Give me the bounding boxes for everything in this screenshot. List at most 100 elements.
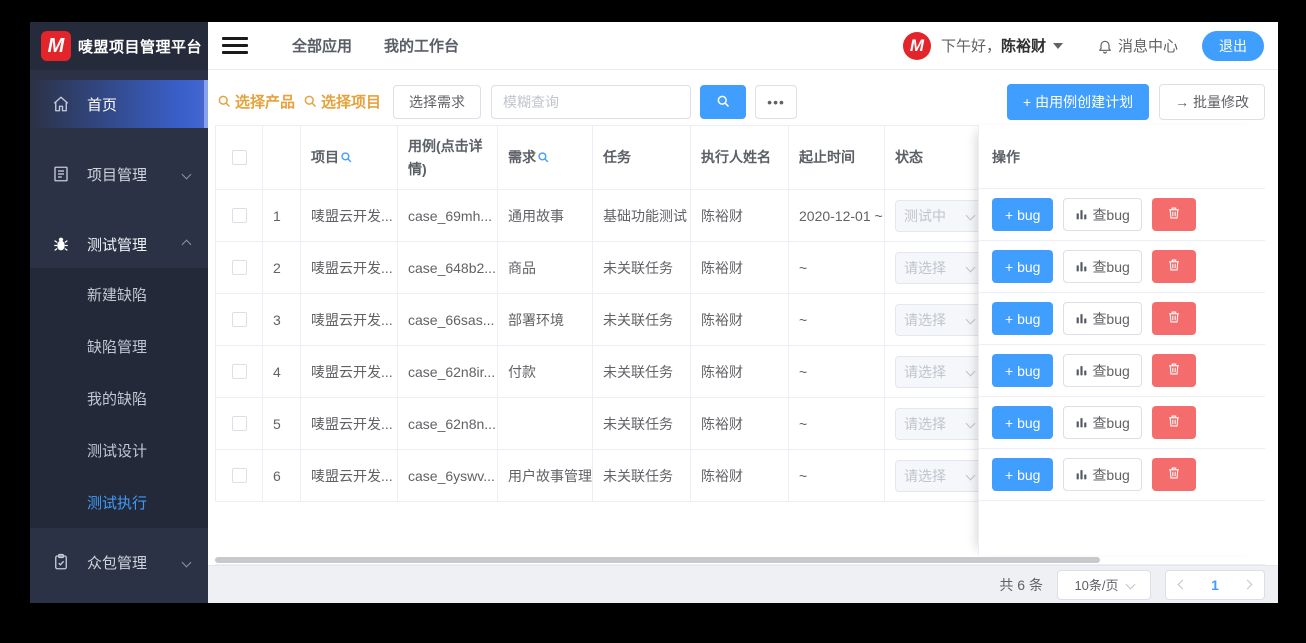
row-checkbox[interactable] [231,364,247,379]
col-project: 项目 [300,125,398,190]
sidebar-item-home[interactable]: 首页 [30,80,208,128]
trash-icon [1167,206,1181,223]
view-bug-button[interactable]: 查bug [1063,250,1142,283]
bar-chart-icon [1075,416,1088,429]
user-menu[interactable]: 下午好， 陈裕财 [941,35,1063,56]
page-size-select[interactable]: 10条/页 [1057,569,1151,600]
sidebar-item-test-design[interactable]: 测试设计 [30,424,208,476]
message-center[interactable]: 消息中心 [1097,35,1178,56]
row-checkbox[interactable] [231,260,247,275]
prev-page-button[interactable] [1177,579,1188,590]
delete-button[interactable] [1151,198,1196,231]
usecase-cell[interactable]: case_62n8n... [397,397,498,450]
status-select[interactable]: 请选择 [895,303,983,336]
app-title: 唛盟项目管理平台 [78,38,203,56]
bell-icon [1097,38,1113,54]
horizontal-scrollbar[interactable] [215,557,1100,563]
select-requirement-button[interactable]: 选择需求 [393,84,482,119]
bar-chart-icon [1075,208,1088,221]
sidebar-nav: 首页 项目管理 测试管理 新建缺陷 缺陷管理 我的缺陷 测试设计 测试执行 众包… [30,70,208,603]
view-bug-button[interactable]: 查bug [1063,406,1142,439]
requirement-cell: 商品 [497,241,593,294]
row-checkbox[interactable] [231,416,247,431]
col-status: 状态 [884,125,991,190]
row-index: 1 [262,189,301,242]
row-checkbox[interactable] [231,208,247,223]
current-page[interactable]: 1 [1211,577,1219,593]
select-product-link[interactable]: 选择产品 [217,91,295,112]
sidebar-item-label: 测试执行 [87,494,148,512]
more-filters-button[interactable]: ••• [755,84,798,119]
user-name: 陈裕财 [1000,38,1046,55]
select-all-checkbox[interactable] [231,150,247,165]
row-checkbox[interactable] [231,468,247,483]
sidebar: M 唛盟项目管理平台 首页 项目管理 测试管理 新建缺陷 缺陷管理 我的缺陷 测… [30,22,208,603]
view-bug-button[interactable]: 查bug [1063,198,1142,231]
search-button[interactable] [700,84,747,119]
clipboard-icon [52,553,70,571]
usecase-cell[interactable]: case_62n8ir... [397,345,498,398]
operations-row: + bug 查bug [979,397,1265,449]
add-bug-button[interactable]: + bug [992,354,1054,387]
row-checkbox[interactable] [231,312,247,327]
trash-icon [1167,310,1181,327]
delete-button[interactable] [1151,302,1196,335]
sidebar-item-test-execution[interactable]: 测试执行 [30,476,208,528]
view-bug-button[interactable]: 查bug [1063,354,1142,387]
usecase-cell[interactable]: case_69mh... [397,189,498,242]
search-icon[interactable] [340,151,353,164]
bar-chart-icon [1075,468,1088,481]
usecase-cell[interactable]: case_66sas... [397,293,498,346]
status-select[interactable]: 请选择 [895,407,983,440]
usecase-cell[interactable]: case_6yswv... [397,449,498,502]
batch-edit-button[interactable]: → 批量修改 [1159,83,1265,120]
view-bug-label: 查bug [1092,258,1130,275]
logout-button[interactable]: 退出 [1202,30,1264,61]
row-index: 5 [262,397,301,450]
create-plan-from-case-button[interactable]: + 由用例创建计划 [1007,83,1150,120]
trash-icon [1167,414,1181,431]
select-project-link[interactable]: 选择项目 [303,91,381,112]
sidebar-item-test-mgmt[interactable]: 测试管理 [30,220,208,268]
dates-cell: ~ [788,345,885,398]
status-select[interactable]: 请选择 [895,459,983,492]
sidebar-item-defect-mgmt[interactable]: 缺陷管理 [30,320,208,372]
operations-row: + bug 查bug [979,449,1265,501]
usecase-cell[interactable]: case_648b2... [397,241,498,294]
delete-button[interactable] [1151,250,1196,283]
hamburger-menu-icon[interactable] [222,33,248,58]
add-bug-button[interactable]: + bug [992,250,1054,283]
status-select[interactable]: 测试中 [895,199,983,232]
chevron-down-icon [181,557,192,567]
sidebar-item-label: 项目管理 [87,166,148,184]
add-bug-button[interactable]: + bug [992,406,1054,439]
next-page-button[interactable] [1242,579,1253,590]
delete-button[interactable] [1151,406,1196,439]
sidebar-item-label: 测试管理 [87,236,148,254]
add-bug-button[interactable]: + bug [992,302,1054,335]
add-bug-button[interactable]: + bug [992,458,1054,491]
sidebar-item-new-defect[interactable]: 新建缺陷 [30,268,208,320]
trash-icon [1167,466,1181,483]
sidebar-item-project-mgmt[interactable]: 项目管理 [30,150,208,198]
add-bug-button[interactable]: + bug [992,198,1054,231]
tab-all-apps[interactable]: 全部应用 [292,35,352,56]
delete-button[interactable] [1151,458,1196,491]
chevron-down-icon [1125,579,1135,590]
row-index: 4 [262,345,301,398]
delete-button[interactable] [1151,354,1196,387]
user-avatar[interactable]: M [902,31,931,60]
trash-icon [1167,362,1181,379]
status-select[interactable]: 请选择 [895,251,983,284]
requirement-cell: 付款 [497,345,593,398]
view-bug-button[interactable]: 查bug [1063,302,1142,335]
sidebar-item-crowdsourcing[interactable]: 众包管理 [30,538,208,586]
sidebar-item-label: 测试设计 [87,442,148,460]
search-icon[interactable] [537,151,550,164]
view-bug-button[interactable]: 查bug [1063,458,1142,491]
tab-my-workspace[interactable]: 我的工作台 [384,35,459,56]
fuzzy-search-input[interactable] [491,84,692,119]
dates-cell: 2020-12-01 ~ 20 [788,189,885,242]
status-select[interactable]: 请选择 [895,355,983,388]
sidebar-item-my-defects[interactable]: 我的缺陷 [30,372,208,424]
